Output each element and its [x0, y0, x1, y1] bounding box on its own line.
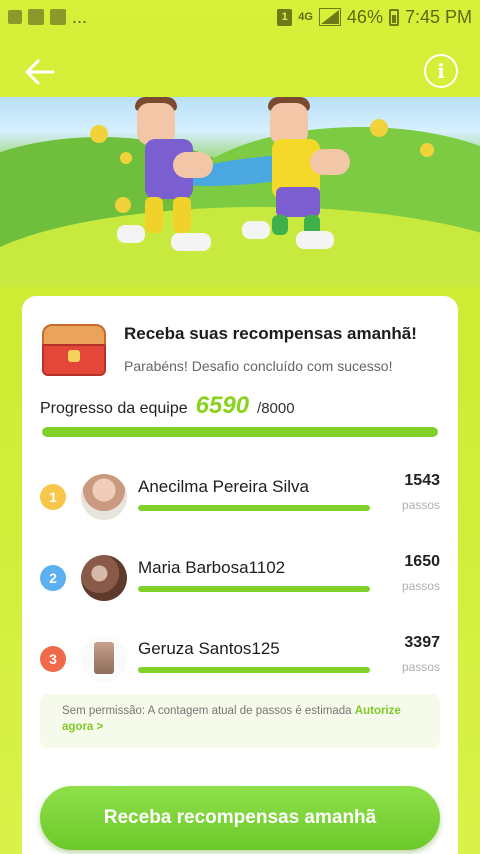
signal-icon	[318, 8, 341, 26]
reward-subtitle: Parabéns! Desafio concluído com sucesso!	[124, 358, 393, 374]
permission-notice: Sem permissão: A contagem atual de passo…	[40, 694, 440, 748]
status-bar: ... 1 4G 46% 7:45 PM	[0, 0, 480, 34]
member-steps-unit: passos	[401, 660, 440, 674]
tree	[120, 152, 132, 164]
coin	[115, 197, 131, 213]
tree	[90, 125, 108, 143]
member-steps-unit: passos	[401, 579, 440, 593]
member-row[interactable]: 3 Geruza Santos125 3397 passos	[22, 630, 458, 690]
member-row[interactable]: 2 Maria Barbosa1102 1650 passos	[22, 549, 458, 609]
avatar	[81, 636, 127, 682]
reward-card: Receba suas recompensas amanhã! Parabéns…	[22, 296, 458, 854]
network-type: 4G	[298, 11, 313, 23]
member-progress-bar	[138, 586, 370, 592]
member-steps: 1543	[404, 472, 440, 489]
team-progress: Progresso da equipe 6590 /8000	[40, 392, 295, 420]
hero-illustration	[0, 97, 480, 287]
tree	[420, 143, 434, 157]
usb-icon	[8, 10, 22, 24]
status-right: 1 4G 46% 7:45 PM	[277, 7, 472, 28]
member-name: Geruza Santos125	[138, 639, 280, 658]
photo-icon	[28, 9, 44, 25]
sim-icon: 1	[277, 8, 293, 26]
info-button[interactable]: i	[424, 54, 458, 88]
avatar	[81, 555, 127, 601]
battery-percent: 46%	[346, 6, 383, 27]
member-steps: 3397	[404, 634, 440, 651]
member-name: Anecilma Pereira Silva	[138, 477, 310, 496]
member-name: Maria Barbosa1102	[138, 558, 286, 577]
member-steps-unit: passos	[401, 498, 440, 512]
member-progress-bar	[138, 505, 370, 511]
tree	[370, 119, 388, 137]
back-button[interactable]	[22, 54, 58, 90]
rewards-tomorrow-button[interactable]: Receba recompensas amanhã	[40, 786, 440, 850]
status-ellipsis: ...	[72, 6, 88, 27]
rank-badge: 3	[40, 646, 66, 672]
team-progress-label: Progresso da equipe	[40, 400, 188, 417]
member-row[interactable]: 1 Anecilma Pereira Silva 1543 passos	[22, 468, 458, 528]
team-progress-total: /8000	[257, 400, 295, 417]
team-progress-fill	[42, 427, 438, 437]
notification-icon	[50, 9, 66, 25]
member-steps: 1650	[404, 553, 440, 570]
battery-icon	[388, 8, 399, 26]
reward-title: Receba suas recompensas amanhã!	[124, 324, 417, 343]
info-icon: i	[437, 59, 445, 83]
rank-badge: 2	[40, 565, 66, 591]
treasure-chest-icon	[42, 324, 106, 376]
permission-notice-text: Sem permissão: A contagem atual de passo…	[62, 705, 352, 717]
member-progress-bar	[138, 667, 370, 673]
back-arrow-icon	[25, 59, 55, 85]
team-progress-bar	[42, 427, 438, 437]
header: i	[0, 40, 480, 100]
clock: 7:45 PM	[404, 6, 472, 27]
avatar	[81, 474, 127, 520]
rank-badge: 1	[40, 484, 66, 510]
team-progress-value: 6590	[195, 392, 250, 419]
status-left: ...	[8, 7, 87, 28]
